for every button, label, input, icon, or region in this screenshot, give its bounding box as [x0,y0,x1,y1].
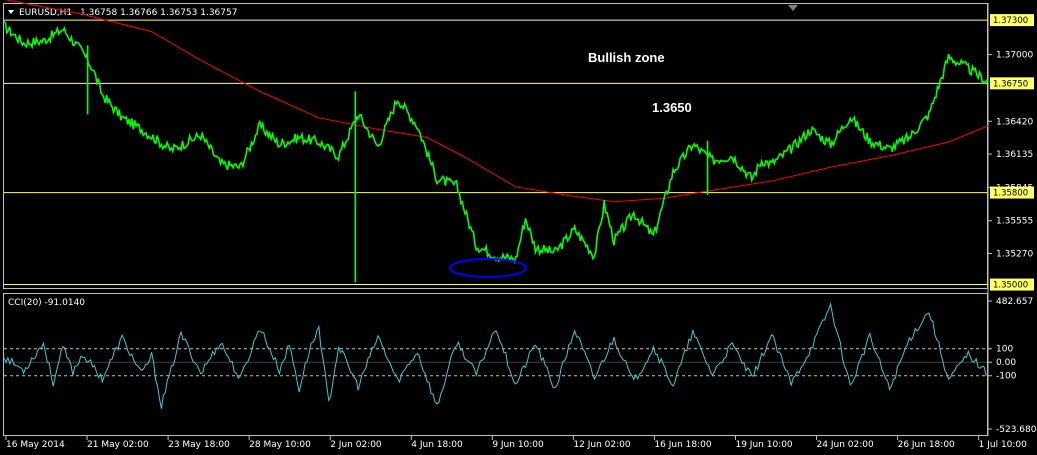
price-tag-label: 1.37300 [993,16,1028,26]
price-tag-label: 1.35800 [993,189,1028,199]
time-tick-label: 4 Jun 18:00 [411,440,463,450]
cci-title: CCI(20) -91.0140 [8,298,85,308]
time-tick-label: 2 Jun 02:00 [330,440,382,450]
price-tick-label: 1.35555 [996,217,1033,227]
time-tick-label: 9 Jun 10:00 [492,440,544,450]
time-tick-label: 16 Jun 18:00 [654,440,711,450]
cci-tick-label: -523.6804 [996,425,1037,435]
time-tick-label: 28 May 10:00 [249,440,311,450]
chart-window: EURUSD,H1 1.36758 1.36766 1.36753 1.3675… [0,0,1037,455]
price-tag-label: 1.35000 [993,281,1028,291]
cci-tick-label: -100 [996,372,1017,382]
time-tick-label: 21 May 02:00 [87,440,149,450]
cci-tick-label: 482.657 [996,297,1033,307]
price-tick-label: 1.36135 [996,150,1033,160]
price-panel-frame [3,3,988,289]
price-tick-label: 1.35270 [996,250,1033,260]
time-tick-label: 24 Jun 02:00 [817,440,874,450]
ohlc-label: 1.36758 1.36766 1.36753 1.36757 [80,8,237,18]
cci-tick-label: 100 [996,345,1013,355]
price-tick-label: 1.36420 [996,117,1033,127]
cci-tick-label: 0.00 [996,358,1016,368]
symbol-label: EURUSD,H1 [19,8,72,18]
time-tick-label: 12 Jun 02:00 [573,440,630,450]
price-tag-label: 1.36750 [993,79,1028,89]
bullish-zone-annotation: Bullish zone [588,50,665,65]
time-tick-label: 23 May 18:00 [168,440,230,450]
level-annotation: 1.3650 [652,100,692,115]
time-tick-label: 26 Jun 18:00 [898,440,955,450]
time-tick-label: 16 May 2014 [6,440,65,450]
cci-axis: 482.657 100 0.00 -100 -523.6804 [988,297,1037,435]
time-axis: 16 May 2014 21 May 02:00 23 May 18:00 28 Ma… [5,436,1028,450]
price-tick-label: 1.37000 [996,51,1033,61]
time-tick-label: 1 Jul 10:00 [979,440,1028,450]
cci-panel-frame [3,293,988,436]
time-tick-label: 19 Jun 10:00 [735,440,792,450]
